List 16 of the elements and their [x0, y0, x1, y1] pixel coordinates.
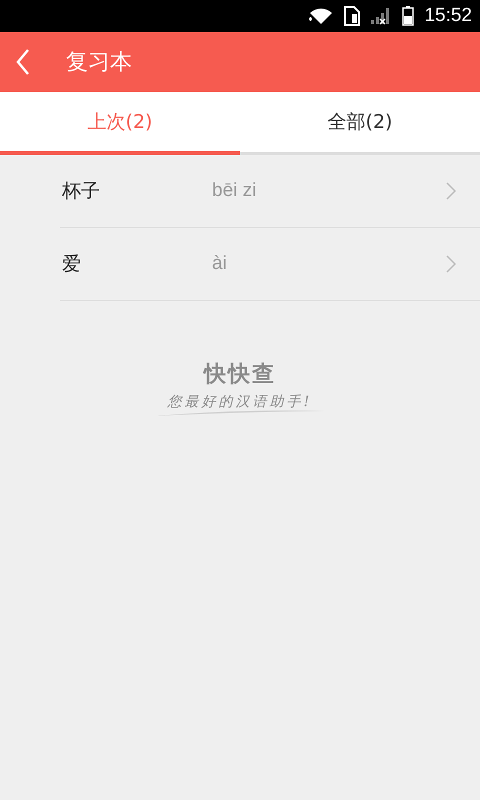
page-title: 复习本: [66, 49, 132, 77]
chevron-right-icon: [446, 255, 456, 273]
word-row[interactable]: 杯子 bēi zi: [60, 155, 480, 228]
sim-card-icon: [344, 6, 360, 26]
chevron-right-icon: [446, 182, 456, 200]
pinyin: ài: [212, 253, 228, 275]
word: 杯子: [62, 179, 101, 204]
brand-name: 快快查: [204, 360, 276, 389]
battery-icon: [402, 6, 414, 26]
brand-slogan: 您最好的汉语助手!: [168, 393, 312, 411]
pinyin: bēi zi: [212, 180, 258, 202]
clock: 15:52: [424, 5, 472, 27]
back-icon: [16, 49, 30, 75]
word-row[interactable]: 爱 ài: [60, 228, 480, 301]
wifi-icon: [308, 7, 334, 25]
word: 爱: [62, 252, 82, 277]
